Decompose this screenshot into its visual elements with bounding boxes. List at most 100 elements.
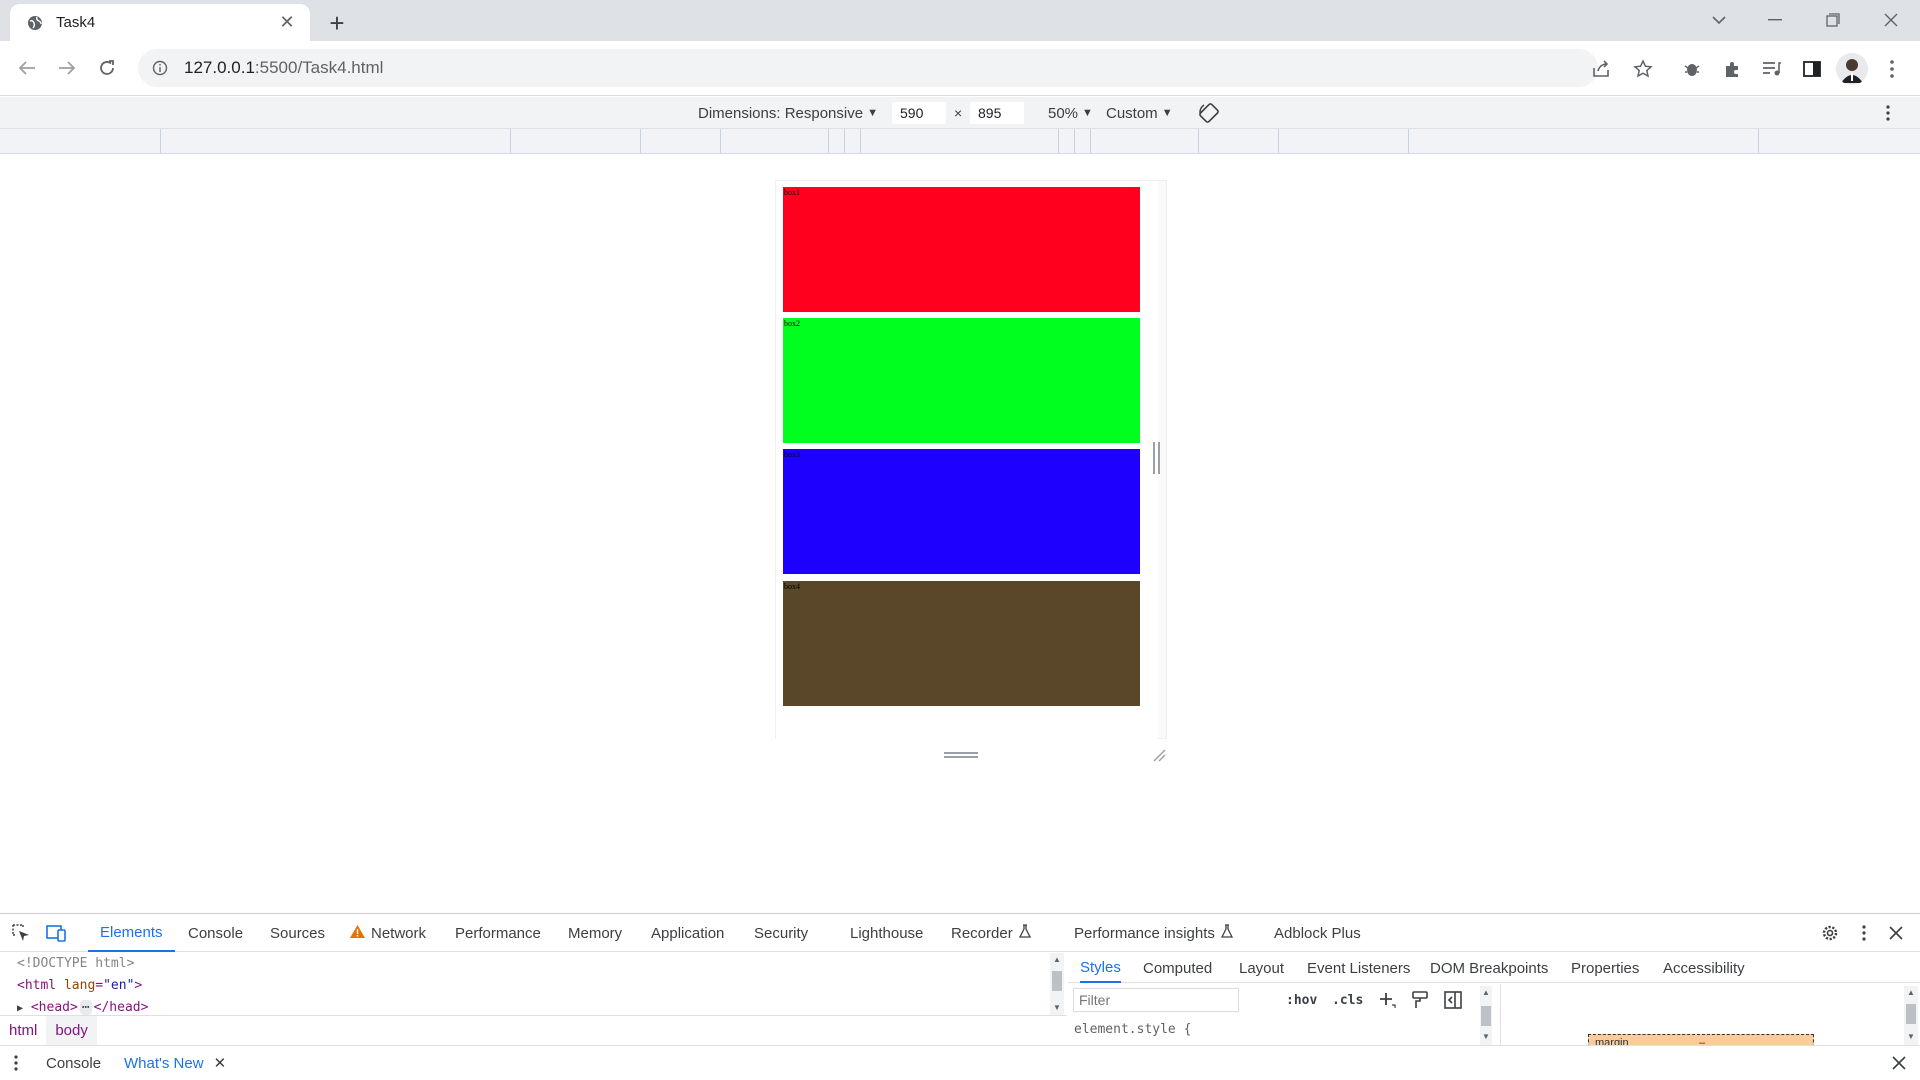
throttle-dropdown[interactable]: Custom ▼ [1106, 97, 1173, 129]
box-1: box1 [783, 187, 1140, 312]
cls-toggle[interactable]: .cls [1332, 988, 1363, 1012]
tab-elements[interactable]: Elements [88, 914, 175, 952]
extensions-puzzle-icon[interactable] [1716, 53, 1748, 85]
breadcrumb-body[interactable]: body [46, 1015, 97, 1046]
new-tab-button[interactable]: + [322, 8, 352, 38]
subtab-styles[interactable]: Styles [1080, 953, 1121, 983]
reload-icon[interactable] [90, 51, 124, 85]
resize-handle-right[interactable] [1153, 442, 1160, 474]
tab-security[interactable]: Security [754, 914, 808, 952]
forward-arrow-icon[interactable] [50, 51, 84, 85]
tab-performance[interactable]: Performance [455, 914, 541, 952]
box-4: box4 [783, 581, 1140, 706]
globe-icon [26, 14, 44, 32]
subtab-layout[interactable]: Layout [1239, 953, 1284, 983]
drawer-menu-icon[interactable] [14, 1046, 18, 1080]
inspect-element-icon[interactable] [9, 921, 33, 945]
device-toggle-icon[interactable] [44, 921, 68, 945]
styles-filter-input[interactable] [1073, 988, 1239, 1012]
hov-toggle[interactable]: :hov [1286, 988, 1317, 1012]
devtools-menu-icon[interactable] [1852, 921, 1876, 945]
height-input[interactable] [970, 102, 1024, 124]
margin-label: margin [1595, 1037, 1629, 1045]
scroll-thumb[interactable] [1906, 1004, 1916, 1024]
scroll-up-icon[interactable]: ▲ [1907, 988, 1915, 997]
margin-value[interactable]: – [1699, 1037, 1705, 1045]
tab-search-icon[interactable] [1696, 0, 1742, 40]
scroll-down-icon[interactable]: ▼ [1482, 1032, 1490, 1041]
rotate-icon[interactable] [1198, 97, 1220, 129]
tab-sources[interactable]: Sources [270, 914, 325, 952]
tab-memory[interactable]: Memory [568, 914, 622, 952]
collapsed-ellipsis[interactable]: ⋯ [79, 1000, 92, 1015]
address-bar[interactable]: 127.0.0.1:5500/Task4.html [138, 49, 1598, 87]
toggle-sidebar-icon[interactable] [1444, 988, 1462, 1012]
bookmark-star-icon[interactable] [1628, 54, 1658, 84]
resize-handle-bottom[interactable] [944, 752, 978, 758]
close-window-icon[interactable] [1868, 0, 1914, 40]
media-queue-icon[interactable] [1756, 53, 1788, 85]
tab-lighthouse[interactable]: Lighthouse [850, 914, 923, 952]
dom-tree-scrollbar[interactable]: ▲ ▼ [1050, 953, 1064, 1015]
restore-icon[interactable] [1810, 0, 1856, 40]
resize-handle-corner-icon[interactable] [1152, 748, 1166, 762]
ruler-mark [1408, 129, 1409, 153]
subtab-properties[interactable]: Properties [1571, 953, 1639, 983]
settings-gear-icon[interactable] [1818, 921, 1842, 945]
dom-line-html[interactable]: <html lang="en"> [17, 975, 1052, 997]
scroll-down-icon[interactable]: ▼ [1907, 1032, 1915, 1041]
tab-title: Task4 [56, 14, 96, 31]
tab-recorder[interactable]: Recorder [951, 914, 1031, 952]
ruler-mark [1278, 129, 1279, 153]
dom-line-doctype[interactable]: <!DOCTYPE html> [17, 953, 1052, 975]
tab-network[interactable]: Network [350, 914, 426, 952]
scroll-thumb[interactable] [1481, 1006, 1491, 1026]
site-info-icon[interactable] [150, 58, 170, 78]
device-toolbar-menu-icon[interactable] [1886, 97, 1890, 129]
drawer-tab-whats-new[interactable]: What's New ✕ [124, 1046, 226, 1080]
zoom-dropdown[interactable]: 50% ▼ [1048, 97, 1093, 129]
dimensions-dropdown[interactable]: Dimensions: Responsive ▼ [698, 97, 878, 129]
styles-subtab-bar: Styles Computed Layout Event Listeners D… [1068, 953, 1920, 983]
styles-scrollbar[interactable]: ▲ ▼ [1480, 986, 1492, 1045]
media-query-ruler[interactable] [0, 129, 1920, 154]
ruler-mark [828, 129, 829, 153]
warning-icon [350, 924, 365, 942]
paint-roller-icon[interactable] [1412, 988, 1428, 1012]
side-panel-icon[interactable] [1796, 53, 1828, 85]
new-style-rule-icon[interactable] [1378, 988, 1396, 1012]
element-style-rule[interactable]: element.style { [1074, 1022, 1191, 1037]
close-drawer-icon[interactable] [1892, 1046, 1906, 1080]
width-input[interactable] [892, 102, 946, 124]
margin-box[interactable]: margin – [1588, 1034, 1814, 1045]
close-devtools-icon[interactable] [1884, 921, 1908, 945]
ruler-mark [1758, 129, 1759, 153]
breadcrumb-html[interactable]: html [0, 1016, 46, 1046]
minimize-icon[interactable] [1752, 0, 1798, 40]
tab-application[interactable]: Application [651, 914, 724, 952]
tab-performance-insights[interactable]: Performance insights [1074, 914, 1233, 952]
device-frame: box1 box2 box3 box4 [775, 180, 1167, 762]
back-arrow-icon[interactable] [10, 51, 44, 85]
subtab-computed[interactable]: Computed [1143, 953, 1212, 983]
scroll-up-icon[interactable]: ▲ [1053, 955, 1061, 964]
scroll-up-icon[interactable]: ▲ [1482, 988, 1490, 997]
share-icon[interactable] [1586, 54, 1616, 84]
close-tab-icon[interactable]: ✕ [276, 12, 298, 34]
scroll-thumb[interactable] [1052, 971, 1062, 991]
drawer-tab-console[interactable]: Console [46, 1046, 101, 1080]
html-tag-close: > [134, 978, 143, 993]
tab-adblock-plus[interactable]: Adblock Plus [1274, 914, 1361, 952]
subtab-dom-breakpoints[interactable]: DOM Breakpoints [1430, 953, 1548, 983]
subtab-accessibility[interactable]: Accessibility [1663, 953, 1745, 983]
profile-avatar[interactable] [1836, 53, 1868, 85]
expand-triangle-icon[interactable]: ▶ [17, 1003, 23, 1014]
subtab-event-listeners[interactable]: Event Listeners [1307, 953, 1410, 983]
browser-tab[interactable]: Task4 ✕ [10, 4, 310, 41]
tab-console[interactable]: Console [188, 914, 243, 952]
close-drawer-tab-icon[interactable]: ✕ [214, 1054, 227, 1072]
browser-menu-icon[interactable] [1876, 53, 1908, 85]
boxmodel-scrollbar[interactable]: ▲ ▼ [1904, 986, 1918, 1045]
scroll-down-icon[interactable]: ▼ [1053, 1003, 1061, 1012]
bug-extension-icon[interactable] [1676, 53, 1708, 85]
